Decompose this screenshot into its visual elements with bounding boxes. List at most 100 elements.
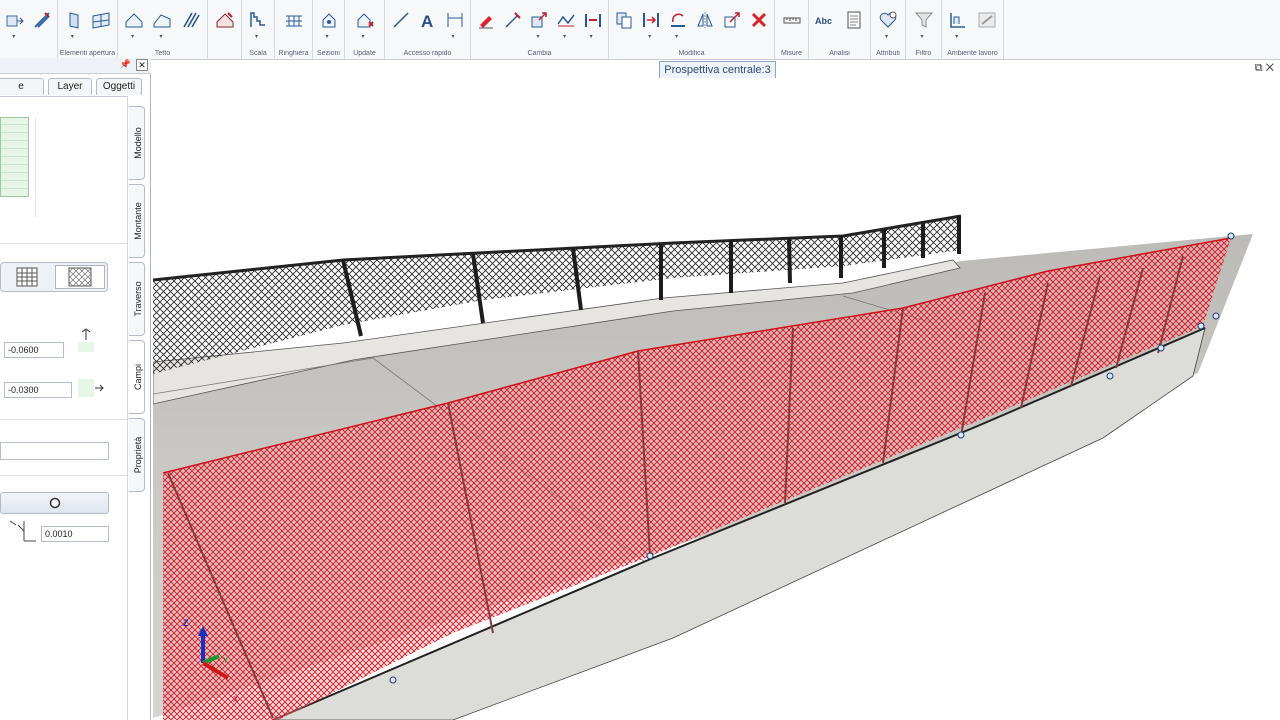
ribbon-group-label: Modifica <box>678 50 705 57</box>
close-icon[interactable]: ✕ <box>1266 62 1274 74</box>
ribbon-group-label: Sezioni <box>317 50 340 57</box>
vtab-properties-label: Proprietà <box>133 436 143 474</box>
vtab-model[interactable]: Modello <box>129 106 145 180</box>
text-button[interactable]: A <box>417 8 439 32</box>
ribbon-group-label: Analisi <box>829 50 850 57</box>
workspace-settings-icon <box>978 12 996 28</box>
window-controls: ⧉ ✕ <box>1255 62 1274 75</box>
round-profile-button[interactable] <box>0 492 109 514</box>
vtab-fields-label: Campi <box>133 364 143 391</box>
offset-field-2[interactable]: -0.0300 <box>4 382 72 398</box>
wall-button[interactable]: ▾ <box>4 8 26 40</box>
section-button[interactable]: ▾ <box>318 8 340 40</box>
ribbon-group-modify: ▾ ▾ Modifica <box>609 0 775 59</box>
rotate-icon <box>671 13 686 27</box>
rotate-button[interactable]: ▾ <box>667 8 689 40</box>
scene-svg: Z Y X <box>153 214 1253 720</box>
workspace-button[interactable]: ▾ <box>947 8 969 40</box>
ribbon-group-roof-cover <box>208 0 242 59</box>
split-icon <box>505 12 521 28</box>
line-button[interactable] <box>390 8 412 32</box>
wall-edit-icon <box>34 12 50 28</box>
attributes-icon <box>879 11 897 28</box>
report-icon <box>847 11 861 29</box>
stair-button[interactable]: ▾ <box>247 8 269 40</box>
update-button[interactable]: ▾ <box>354 8 376 40</box>
section-icon <box>322 13 335 28</box>
line-icon <box>392 12 409 28</box>
dimension-icon <box>447 13 462 27</box>
mirror-icon <box>697 12 713 28</box>
copy-button[interactable] <box>613 8 635 32</box>
offset-field-1[interactable]: -0.0600 <box>4 342 64 358</box>
railing-button[interactable] <box>283 8 305 32</box>
panel-content: -0.0600 -0.0300 0.0010 <box>0 96 128 720</box>
roof-button[interactable]: ▾ <box>123 8 145 40</box>
door-button[interactable]: ▾ <box>63 8 85 40</box>
pin-icon[interactable]: 📌 <box>120 59 131 70</box>
ribbon-group-attributes: ▾ Attributi <box>871 0 906 59</box>
copy-icon <box>616 12 632 29</box>
dimension-button[interactable]: ▾ <box>444 8 466 40</box>
rafters-button[interactable] <box>180 8 202 32</box>
ribbon-group-railing: Ringhiera <box>275 0 313 59</box>
ribbon-group-label: Accesso rapido <box>403 50 452 57</box>
restore-icon[interactable]: ⧉ <box>1255 62 1263 74</box>
ribbon-group-label: Ambiente lavoro <box>947 50 998 57</box>
move-button[interactable]: ▾ <box>640 8 662 40</box>
roof-cover-button[interactable] <box>214 8 236 32</box>
join-icon <box>584 14 601 27</box>
vtab-properties[interactable]: Proprietà <box>129 418 145 492</box>
wall-edit-button[interactable] <box>31 8 53 32</box>
ribbon-group-label: Filtro <box>915 50 932 57</box>
offset-top-icon <box>72 328 96 359</box>
attributes-button[interactable]: ▾ <box>877 8 899 40</box>
stretch-button[interactable]: ▾ <box>528 8 550 40</box>
delete-button[interactable] <box>748 8 770 32</box>
axis-x-label: X <box>233 695 239 704</box>
measure-button[interactable] <box>781 8 803 32</box>
window-icon <box>92 12 110 29</box>
workspace-settings-button[interactable] <box>976 8 998 32</box>
ribbon-group-label: Attributi <box>876 50 900 57</box>
panel-close-button[interactable]: ✕ <box>136 59 148 71</box>
roof-edit-button[interactable]: ▾ <box>151 8 173 40</box>
view-tooltip: Prospettiva centrale:3 <box>659 61 776 79</box>
mirror-button[interactable] <box>694 8 716 32</box>
text-field[interactable] <box>0 442 109 460</box>
window-button[interactable] <box>90 8 112 32</box>
polyline-button[interactable]: ▾ <box>555 8 577 40</box>
grid-mesh-button[interactable] <box>5 266 49 288</box>
text-icon: A <box>421 12 433 30</box>
ribbon-group-walls: ▾ <box>0 0 58 59</box>
ribbon-group-change: ▾ ▾ ▾ Cambia <box>471 0 609 59</box>
axis-z-label: Z <box>183 618 189 628</box>
scale-button[interactable] <box>721 8 743 32</box>
vtab-model-label: Modello <box>133 127 143 159</box>
ribbon-group-workspace: ▾ Ambiente lavoro <box>942 0 1004 59</box>
text-abc-button[interactable]: Abc <box>814 8 836 32</box>
vtab-rail[interactable]: Traverso <box>129 262 145 336</box>
report-button[interactable] <box>843 8 865 32</box>
divider <box>0 419 128 420</box>
ribbon-group-update: ▾ Update <box>345 0 385 59</box>
ribbon-group-label: Scala <box>249 50 267 57</box>
eraser-button[interactable] <box>475 8 497 32</box>
scale-icon <box>724 12 740 28</box>
thickness-field[interactable]: 0.0010 <box>41 526 109 542</box>
3d-viewport[interactable]: Z Y X <box>153 78 1280 720</box>
tab-objects[interactable]: Oggetti <box>96 78 142 95</box>
split-button[interactable] <box>502 8 524 32</box>
tab-manager[interactable]: e Manager <box>0 78 44 108</box>
vtab-fields[interactable]: Campi <box>129 340 145 414</box>
vtab-post[interactable]: Montante <box>129 184 145 258</box>
tab-layer[interactable]: Layer <box>48 78 92 95</box>
diamond-mesh-button[interactable] <box>55 265 105 289</box>
thickness-icon <box>8 517 38 550</box>
ribbon-group-label: Tetto <box>154 50 171 57</box>
ribbon-group-sections: ▾ Sezioni <box>313 0 345 59</box>
filter-button[interactable]: ▾ <box>913 8 935 40</box>
axis-y-label: Y <box>223 656 229 665</box>
join-button[interactable]: ▾ <box>582 8 604 40</box>
svg-text:Abc: Abc <box>815 16 832 26</box>
